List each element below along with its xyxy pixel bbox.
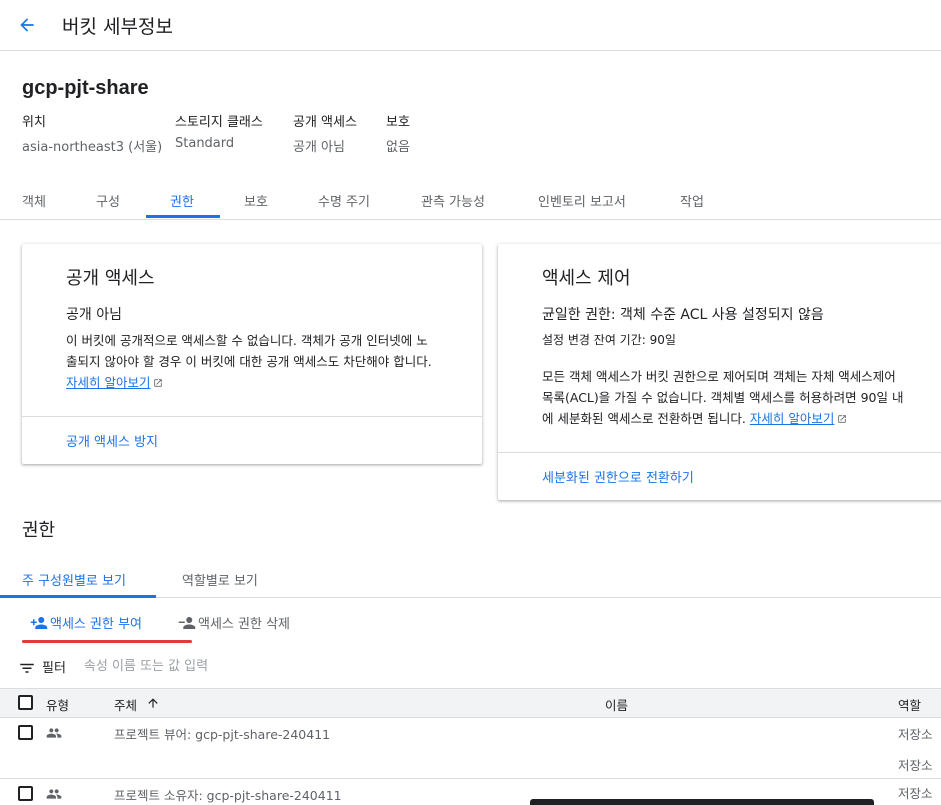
meta-value-storage-class: Standard bbox=[175, 136, 235, 151]
access-control-description-line: 목록(ACL)을 가질 수 없습니다. 객체별 액세스를 허용하려면 90일 내 bbox=[542, 390, 904, 405]
access-control-card: 액세스 제어 균일한 권한: 객체 수준 ACL 사용 설정되지 않음 설정 변… bbox=[498, 244, 941, 500]
active-subtab-indicator bbox=[0, 595, 156, 598]
grant-access-label: 액세스 권한 부여 bbox=[50, 617, 142, 632]
access-control-description-line: 에 세분화된 액세스로 전환하면 됩니다. bbox=[542, 411, 746, 426]
meta-label-location: 위치 bbox=[22, 115, 46, 130]
grant-access-button[interactable]: 액세스 권한 부여 bbox=[30, 613, 142, 632]
card-divider bbox=[22, 416, 482, 417]
group-icon bbox=[46, 728, 62, 738]
public-access-card: 공개 액세스 공개 아님 이 버킷에 공개적으로 액세스할 수 없습니다. 객체… bbox=[22, 244, 482, 464]
meta-value-protection: 없음 bbox=[386, 140, 410, 155]
filter-bar: 필터 bbox=[18, 656, 384, 676]
tooltip-edge bbox=[530, 799, 874, 805]
highlight-underline bbox=[22, 640, 192, 643]
public-access-card-title: 공개 액세스 bbox=[66, 268, 155, 289]
add-person-icon bbox=[30, 616, 48, 629]
tab-permissions[interactable]: 권한 bbox=[170, 191, 194, 210]
remove-access-label: 액세스 권한 삭제 bbox=[198, 617, 290, 632]
prevent-public-access-button[interactable]: 공개 액세스 방지 bbox=[66, 431, 158, 450]
access-control-remaining-period: 설정 변경 잔여 기간: 90일 bbox=[542, 333, 676, 347]
remove-person-icon bbox=[178, 616, 196, 629]
meta-value-public-access: 공개 아님 bbox=[293, 140, 345, 155]
bucket-name: gcp-pjt-share bbox=[22, 77, 149, 99]
permissions-table-header: 유형 주체 이름 역할 bbox=[0, 688, 941, 718]
principal-cell: 프로젝트 소유자: gcp-pjt-share-240411 bbox=[114, 788, 342, 803]
bucket-tabs: 객체 구성 권한 보호 수명 주기 관측 가능성 인벤토리 보고서 작업 bbox=[0, 178, 941, 220]
tab-observability[interactable]: 관측 가능성 bbox=[421, 191, 485, 210]
group-icon bbox=[46, 789, 62, 799]
role-cell: 저장소 bbox=[898, 786, 933, 801]
filter-label: 필터 bbox=[42, 660, 66, 676]
column-header-name[interactable]: 이름 bbox=[605, 695, 628, 714]
access-control-card-title: 액세스 제어 bbox=[542, 268, 631, 289]
sort-ascending-icon[interactable] bbox=[146, 696, 160, 710]
meta-value-location: asia-northeast3 (서울) bbox=[22, 140, 163, 155]
tab-configuration[interactable]: 구성 bbox=[96, 191, 120, 210]
select-all-checkbox[interactable] bbox=[18, 695, 33, 710]
column-header-role[interactable]: 역할 bbox=[898, 695, 921, 714]
access-control-description-line: 모든 객체 액세스가 버킷 권한으로 제어되며 객체는 자체 액세스제어 bbox=[542, 369, 896, 384]
row-checkbox[interactable] bbox=[18, 786, 33, 801]
access-control-status: 균일한 권한: 객체 수준 ACL 사용 설정되지 않음 bbox=[542, 307, 824, 323]
principal-cell: 프로젝트 뷰어: gcp-pjt-share-240411 bbox=[114, 727, 331, 742]
back-arrow-icon[interactable] bbox=[14, 12, 40, 38]
page-title: 버킷 세부정보 bbox=[62, 16, 173, 38]
tab-objects[interactable]: 객체 bbox=[22, 191, 46, 210]
tab-view-by-roles[interactable]: 역할별로 보기 bbox=[182, 570, 258, 589]
filter-icon[interactable] bbox=[18, 659, 36, 673]
row-checkbox[interactable] bbox=[18, 725, 33, 740]
card-divider bbox=[498, 452, 941, 453]
top-bar: 버킷 세부정보 bbox=[0, 0, 941, 51]
public-access-status: 공개 아님 bbox=[66, 307, 122, 323]
tab-operations[interactable]: 작업 bbox=[680, 191, 704, 210]
remove-access-button[interactable]: 액세스 권한 삭제 bbox=[178, 613, 290, 632]
role-cell: 저장소 bbox=[898, 727, 933, 742]
meta-label-protection: 보호 bbox=[386, 115, 410, 130]
public-access-learn-more-link[interactable]: 자세히 알아보기 bbox=[66, 375, 150, 390]
active-tab-indicator bbox=[146, 215, 220, 218]
meta-label-storage-class: 스토리지 클래스 bbox=[175, 115, 263, 130]
external-link-icon bbox=[154, 379, 163, 387]
table-row: 프로젝트 뷰어: gcp-pjt-share-240411 저장소 저장소 bbox=[0, 718, 941, 778]
tab-inventory-reports[interactable]: 인벤토리 보고서 bbox=[538, 191, 626, 210]
public-access-description-line: 이 버킷에 공개적으로 액세스할 수 없습니다. 객체가 공개 인터넷에 노 bbox=[66, 333, 428, 348]
column-header-type[interactable]: 유형 bbox=[46, 695, 69, 714]
permissions-heading: 권한 bbox=[22, 520, 56, 541]
column-header-principal[interactable]: 주체 bbox=[114, 695, 137, 714]
filter-input[interactable] bbox=[83, 658, 384, 674]
tab-lifecycle[interactable]: 수명 주기 bbox=[318, 191, 370, 210]
external-link-icon bbox=[838, 415, 847, 423]
role-cell: 저장소 bbox=[898, 758, 933, 773]
switch-to-fine-grained-button[interactable]: 세분화된 권한으로 전환하기 bbox=[542, 467, 694, 486]
public-access-description: 이 버킷에 공개적으로 액세스할 수 없습니다. 객체가 공개 인터넷에 노 출… bbox=[66, 330, 432, 393]
permissions-view-tabs: 주 구성원별로 보기 역할별로 보기 bbox=[0, 560, 941, 598]
public-access-description-line: 출되지 않아야 할 경우 이 버킷에 대한 공개 액세스도 차단해야 합니다. bbox=[66, 354, 432, 369]
access-control-learn-more-link[interactable]: 자세히 알아보기 bbox=[750, 411, 834, 426]
tab-view-by-principals[interactable]: 주 구성원별로 보기 bbox=[22, 570, 126, 589]
access-control-description: 모든 객체 액세스가 버킷 권한으로 제어되며 객체는 자체 액세스제어 목록(… bbox=[542, 366, 903, 429]
tab-protection[interactable]: 보호 bbox=[244, 191, 268, 210]
meta-label-public-access: 공개 액세스 bbox=[293, 115, 357, 130]
